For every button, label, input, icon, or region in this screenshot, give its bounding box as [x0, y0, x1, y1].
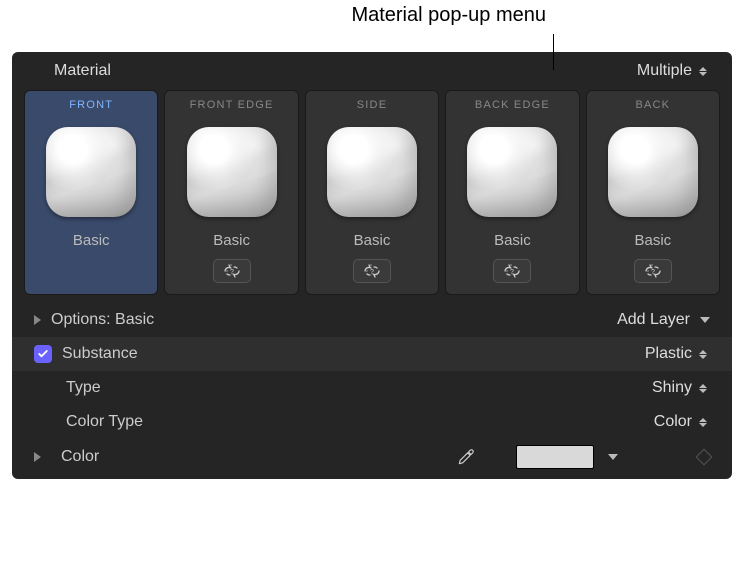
material-header: Material Multiple	[12, 52, 732, 90]
broken-link-icon: ?	[362, 264, 382, 278]
break-link-button[interactable]: ?	[353, 259, 391, 283]
substance-checkbox[interactable]	[34, 345, 52, 363]
type-label: Type	[66, 379, 642, 397]
checkmark-icon	[37, 348, 49, 360]
facet-material-name: Basic	[634, 232, 671, 249]
facet-title: SIDE	[357, 99, 387, 111]
color-type-row: Color Type Color	[12, 405, 732, 439]
chevron-down-icon[interactable]	[608, 454, 618, 460]
eyedropper-icon[interactable]	[456, 447, 476, 467]
material-popup-value: Multiple	[637, 62, 692, 80]
callout-annotation: Material pop-up menu	[0, 0, 746, 52]
material-header-label: Material	[54, 62, 637, 80]
facet-back-edge[interactable]: BACK EDGE Basic?	[445, 90, 579, 295]
material-cube-icon	[46, 127, 136, 217]
type-popup[interactable]: Shiny	[652, 379, 710, 397]
options-label: Options: Basic	[51, 311, 617, 329]
break-link-button[interactable]: ?	[213, 259, 251, 283]
add-layer-menu[interactable]: Add Layer	[617, 311, 710, 329]
color-type-label: Color Type	[66, 413, 644, 431]
svg-text:?: ?	[370, 269, 374, 276]
updown-arrows-icon	[698, 415, 708, 429]
color-type-popup[interactable]: Color	[654, 413, 710, 431]
svg-text:?: ?	[510, 269, 514, 276]
facet-material-name: Basic	[494, 232, 531, 249]
material-cube-icon	[187, 127, 277, 217]
facet-material-name: Basic	[213, 232, 250, 249]
substance-label: Substance	[62, 345, 635, 363]
broken-link-icon: ?	[502, 264, 522, 278]
facet-back[interactable]: BACK Basic?	[586, 90, 720, 295]
material-preview-thumb	[41, 119, 141, 224]
color-type-value: Color	[654, 413, 692, 431]
keyframe-diamond-icon[interactable]	[696, 449, 713, 466]
callout-leader-line	[553, 34, 554, 70]
facet-front[interactable]: FRONT Basic	[24, 90, 158, 295]
updown-arrows-icon	[698, 64, 708, 78]
facet-front-edge[interactable]: FRONT EDGE Basic?	[164, 90, 298, 295]
facet-title: FRONT	[69, 99, 113, 111]
add-layer-label: Add Layer	[617, 311, 690, 329]
material-popup-menu[interactable]: Multiple	[637, 62, 710, 80]
material-inspector-panel: Material Multiple FRONT Basic FRONT EDGE Ba…	[12, 52, 732, 479]
disclosure-triangle-icon[interactable]	[34, 452, 41, 462]
type-value: Shiny	[652, 379, 692, 397]
facet-title: BACK EDGE	[475, 99, 550, 111]
svg-text:?: ?	[651, 269, 655, 276]
facet-side[interactable]: SIDE Basic?	[305, 90, 439, 295]
broken-link-icon: ?	[643, 264, 663, 278]
facet-material-name: Basic	[73, 232, 110, 249]
options-row: Options: Basic Add Layer	[12, 303, 732, 337]
facet-material-name: Basic	[354, 232, 391, 249]
material-preview-thumb	[182, 119, 282, 224]
substance-popup[interactable]: Plastic	[645, 345, 710, 363]
facet-selector-row: FRONTBasicFRONT EDGEBasic?SIDEBasic?BACK…	[12, 90, 732, 303]
callout-label: Material pop-up menu	[351, 4, 546, 27]
color-row: Color	[12, 439, 732, 479]
material-preview-thumb	[603, 119, 703, 224]
facet-title: BACK	[635, 99, 670, 111]
substance-row: Substance Plastic	[12, 337, 732, 371]
chevron-down-icon	[700, 317, 710, 323]
updown-arrows-icon	[698, 347, 708, 361]
color-label: Color	[61, 448, 121, 466]
color-swatch[interactable]	[516, 445, 594, 469]
material-cube-icon	[467, 127, 557, 217]
updown-arrows-icon	[698, 381, 708, 395]
broken-link-icon: ?	[222, 264, 242, 278]
disclosure-triangle-icon[interactable]	[34, 315, 41, 325]
material-cube-icon	[608, 127, 698, 217]
break-link-button[interactable]: ?	[493, 259, 531, 283]
material-preview-thumb	[322, 119, 422, 224]
type-row: Type Shiny	[12, 371, 732, 405]
substance-value: Plastic	[645, 345, 692, 363]
material-preview-thumb	[462, 119, 562, 224]
facet-title: FRONT EDGE	[190, 99, 274, 111]
svg-text:?: ?	[230, 269, 234, 276]
break-link-button[interactable]: ?	[634, 259, 672, 283]
material-cube-icon	[327, 127, 417, 217]
